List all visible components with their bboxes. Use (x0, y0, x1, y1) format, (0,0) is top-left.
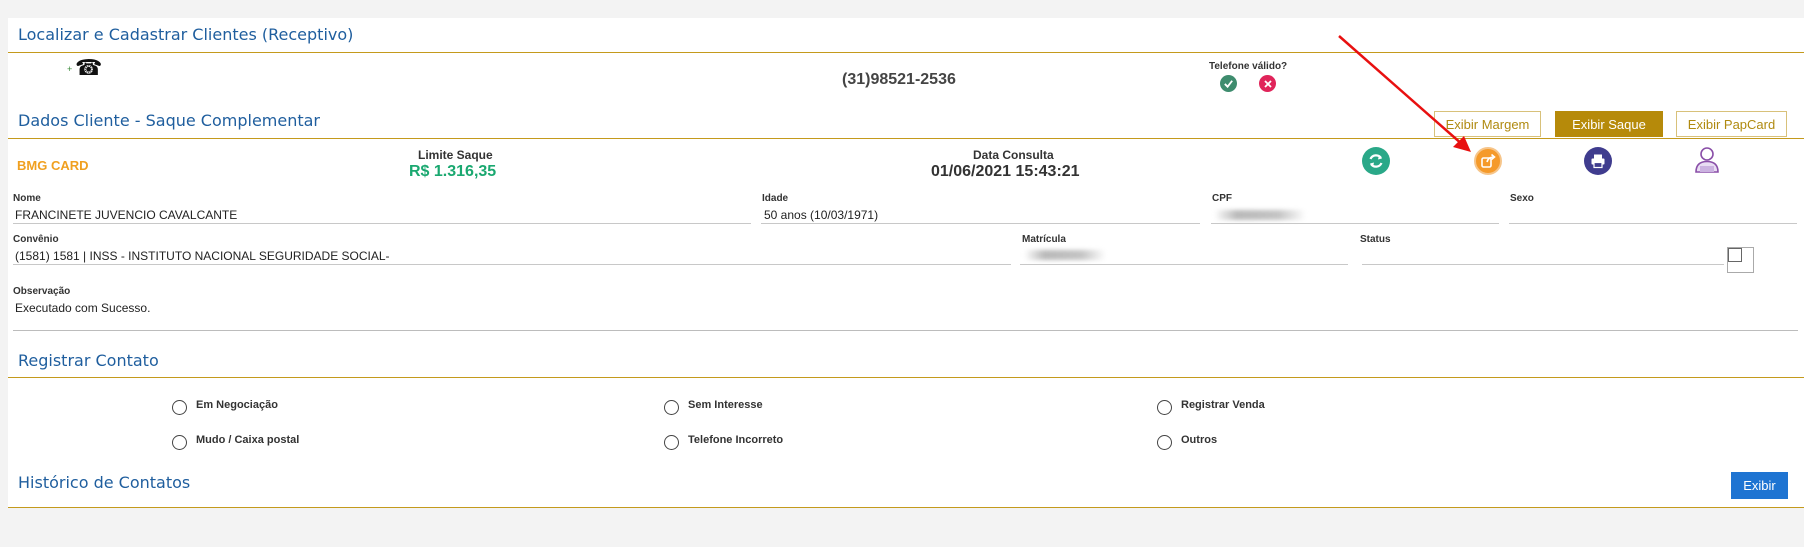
matricula-redacted (1024, 250, 1106, 260)
exibir-history-button[interactable]: Exibir (1731, 472, 1788, 499)
radio-outros[interactable]: Outros (1157, 429, 1217, 450)
matricula-label: Matrícula (1022, 234, 1066, 245)
status-field[interactable] (1362, 264, 1724, 265)
radio-registrar-venda[interactable]: Registrar Venda (1157, 394, 1265, 415)
convenio-value: (1581) 1581 | INSS - INSTITUTO NACIONAL … (15, 249, 390, 263)
sexo-label: Sexo (1510, 193, 1534, 204)
radio-label: Sem Interesse (688, 398, 763, 411)
idade-value: 50 anos (10/03/1971) (764, 208, 879, 222)
status-checkbox-frame (1727, 247, 1754, 273)
observacao-value: Executado com Sucesso. (15, 301, 151, 315)
radio-mudo-caixa-postal[interactable]: Mudo / Caixa postal (172, 429, 299, 450)
radio-button[interactable] (664, 400, 679, 415)
contact-divider (8, 377, 1804, 378)
history-divider (8, 507, 1804, 508)
nome-field[interactable] (13, 223, 751, 224)
radio-button[interactable] (1157, 400, 1172, 415)
convenio-field[interactable] (13, 264, 1011, 265)
status-checkbox[interactable] (1728, 248, 1742, 262)
sexo-field[interactable] (1509, 223, 1797, 224)
convenio-label: Convênio (13, 234, 59, 245)
radio-label: Telefone Incorreto (688, 433, 784, 446)
radio-telefone-incorreto[interactable]: Telefone Incorreto (664, 429, 783, 450)
nome-value: FRANCINETE JUVENCIO CAVALCANTE (15, 208, 238, 222)
contact-section-title: Registrar Contato (18, 351, 159, 370)
radio-sem-interesse[interactable]: Sem Interesse (664, 394, 763, 415)
radio-label: Registrar Venda (1181, 398, 1265, 411)
radio-label: Outros (1181, 433, 1218, 446)
history-section-title: Histórico de Contatos (18, 473, 191, 492)
cpf-label: CPF (1212, 193, 1232, 204)
status-label: Status (1360, 234, 1391, 245)
observacao-label: Observação (13, 286, 71, 297)
cpf-redacted (1214, 210, 1306, 220)
radio-button[interactable] (172, 435, 187, 450)
radio-button[interactable] (1157, 435, 1172, 450)
radio-em-negociacao[interactable]: Em Negociação (172, 394, 278, 415)
matricula-field[interactable] (1020, 264, 1348, 265)
observacao-field[interactable] (13, 330, 1798, 331)
radio-label: Em Negociação (196, 398, 278, 411)
radio-label: Mudo / Caixa postal (196, 433, 300, 446)
cpf-field[interactable] (1211, 223, 1499, 224)
radio-button[interactable] (172, 400, 187, 415)
red-arrow-annotation (1338, 35, 1471, 152)
idade-label: Idade (762, 193, 789, 204)
nome-label: Nome (13, 193, 41, 204)
idade-field[interactable] (761, 223, 1200, 224)
radio-button[interactable] (664, 435, 679, 450)
